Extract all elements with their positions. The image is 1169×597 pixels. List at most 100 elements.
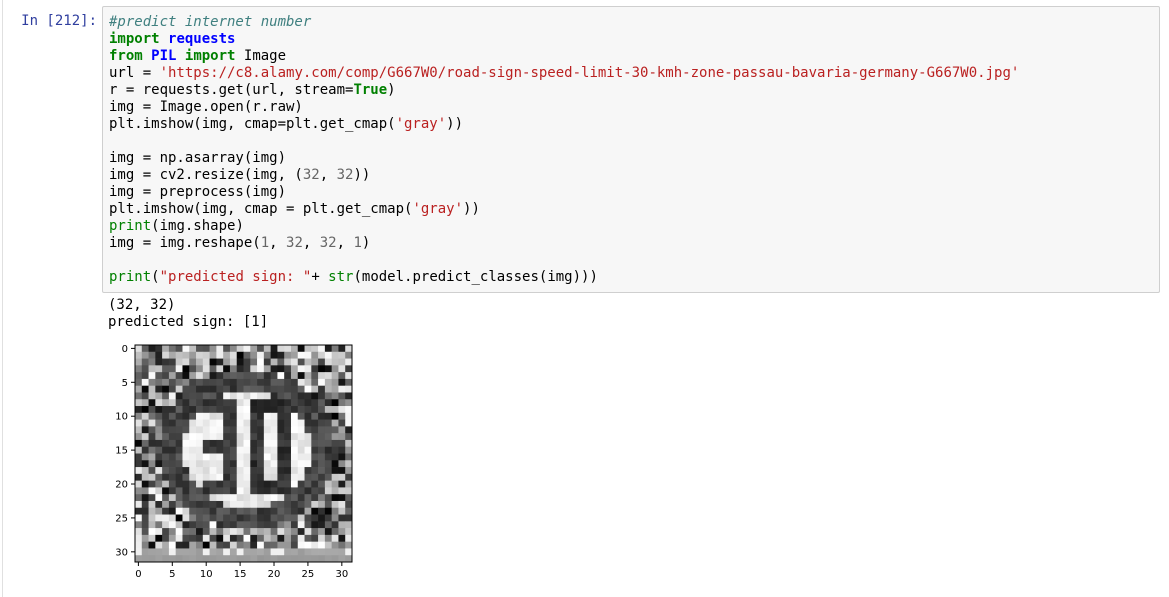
image-pixel: [168, 351, 177, 359]
image-pixel: [290, 372, 299, 380]
image-pixel: [290, 358, 299, 366]
image-pixel: [236, 453, 244, 461]
image-pixel: [324, 439, 333, 448]
image-pixel: [331, 358, 339, 366]
image-pixel: [277, 399, 285, 407]
image-pixel: [263, 548, 271, 556]
code-input-area[interactable]: #predict internet number import requests…: [102, 6, 1160, 293]
y-tick-label: 10: [115, 412, 128, 423]
image-pixel: [318, 392, 326, 400]
image-pixel: [331, 426, 339, 434]
image-pixel: [189, 426, 197, 434]
image-pixel: [216, 419, 224, 427]
image-pixel: [216, 358, 224, 366]
image-pixel: [345, 412, 353, 420]
image-pixel: [284, 514, 292, 522]
image-pixel: [229, 365, 238, 373]
image-pixel: [229, 534, 238, 543]
image-pixel: [196, 487, 204, 495]
image-pixel: [223, 534, 231, 543]
image-pixel: [223, 528, 231, 536]
image-pixel: [284, 494, 292, 502]
image-pixel: [270, 460, 278, 468]
image-pixel: [284, 419, 292, 427]
code-line: print(img.shape): [109, 218, 244, 234]
image-pixel: [155, 534, 163, 543]
image-pixel: [270, 412, 278, 420]
image-pixel: [155, 507, 163, 515]
image-pixel: [338, 392, 346, 400]
image-pixel: [345, 514, 353, 522]
image-pixel: [141, 378, 149, 387]
image-pixel: [290, 534, 299, 543]
image-pixel: [189, 473, 197, 481]
image-pixel: [229, 555, 238, 563]
image-pixel: [290, 385, 299, 393]
image-pixel: [338, 473, 346, 481]
image-pixel: [257, 365, 265, 373]
image-pixel: [345, 494, 353, 502]
image-pixel: [290, 439, 299, 448]
image-pixel: [155, 358, 163, 366]
image-pixel: [189, 345, 197, 353]
image-pixel: [324, 521, 333, 529]
image-pixel: [270, 433, 278, 441]
image-pixel: [277, 487, 285, 495]
code-editor[interactable]: #predict internet number import requests…: [109, 14, 1019, 286]
image-pixel: [141, 419, 149, 427]
image-pixel: [189, 433, 197, 441]
image-pixel: [324, 467, 333, 475]
image-pixel: [223, 467, 231, 475]
image-pixel: [297, 541, 305, 549]
cell-output: (32, 32) predicted sign: [1]: [108, 297, 268, 331]
image-pixel: [223, 365, 231, 373]
image-pixel: [196, 528, 204, 536]
image-pixel: [257, 541, 265, 549]
image-pixel: [277, 419, 285, 427]
image-pixel: [331, 453, 339, 461]
image-pixel: [257, 412, 265, 420]
image-pixel: [290, 351, 299, 359]
image-pixel: [209, 351, 217, 359]
image-pixel: [229, 433, 238, 441]
image-pixel: [304, 419, 312, 427]
input-prompt: In [212]:: [21, 13, 97, 29]
image-pixel: [311, 548, 319, 556]
image-pixel: [141, 548, 149, 556]
image-pixel: [243, 453, 251, 461]
image-pixel: [202, 514, 210, 522]
image-pixel: [155, 480, 163, 488]
image-pixel: [318, 358, 326, 366]
image-pixel: [257, 446, 265, 454]
image-pixel: [168, 345, 177, 353]
image-pixel: [189, 365, 197, 373]
image-pixel: [155, 372, 163, 380]
image-pixel: [257, 433, 265, 441]
image-pixel: [141, 534, 149, 543]
image-pixel: [155, 453, 163, 461]
image-pixel: [229, 548, 238, 556]
image-pixel: [189, 453, 197, 461]
image-pixel: [263, 446, 271, 454]
image-pixel: [304, 500, 312, 509]
image-pixel: [168, 426, 177, 434]
image-pixel: [263, 358, 271, 366]
image-pixel: [243, 392, 251, 400]
image-pixel: [297, 365, 305, 373]
image-pixel: [155, 555, 163, 563]
image-pixel: [250, 480, 258, 488]
image-pixel: [196, 412, 204, 420]
image-pixel: [168, 534, 177, 543]
image-pixel: [250, 487, 258, 495]
image-pixel: [229, 473, 238, 481]
image-pixel: [324, 480, 333, 488]
image-pixel: [162, 487, 170, 495]
image-pixel: [175, 467, 183, 475]
image-pixel: [257, 439, 265, 448]
image-pixel: [168, 507, 177, 515]
image-pixel: [216, 460, 224, 468]
image-pixel: [216, 534, 224, 543]
image-pixel: [318, 473, 326, 481]
image-pixel: [311, 487, 319, 495]
image-pixel: [168, 487, 177, 495]
